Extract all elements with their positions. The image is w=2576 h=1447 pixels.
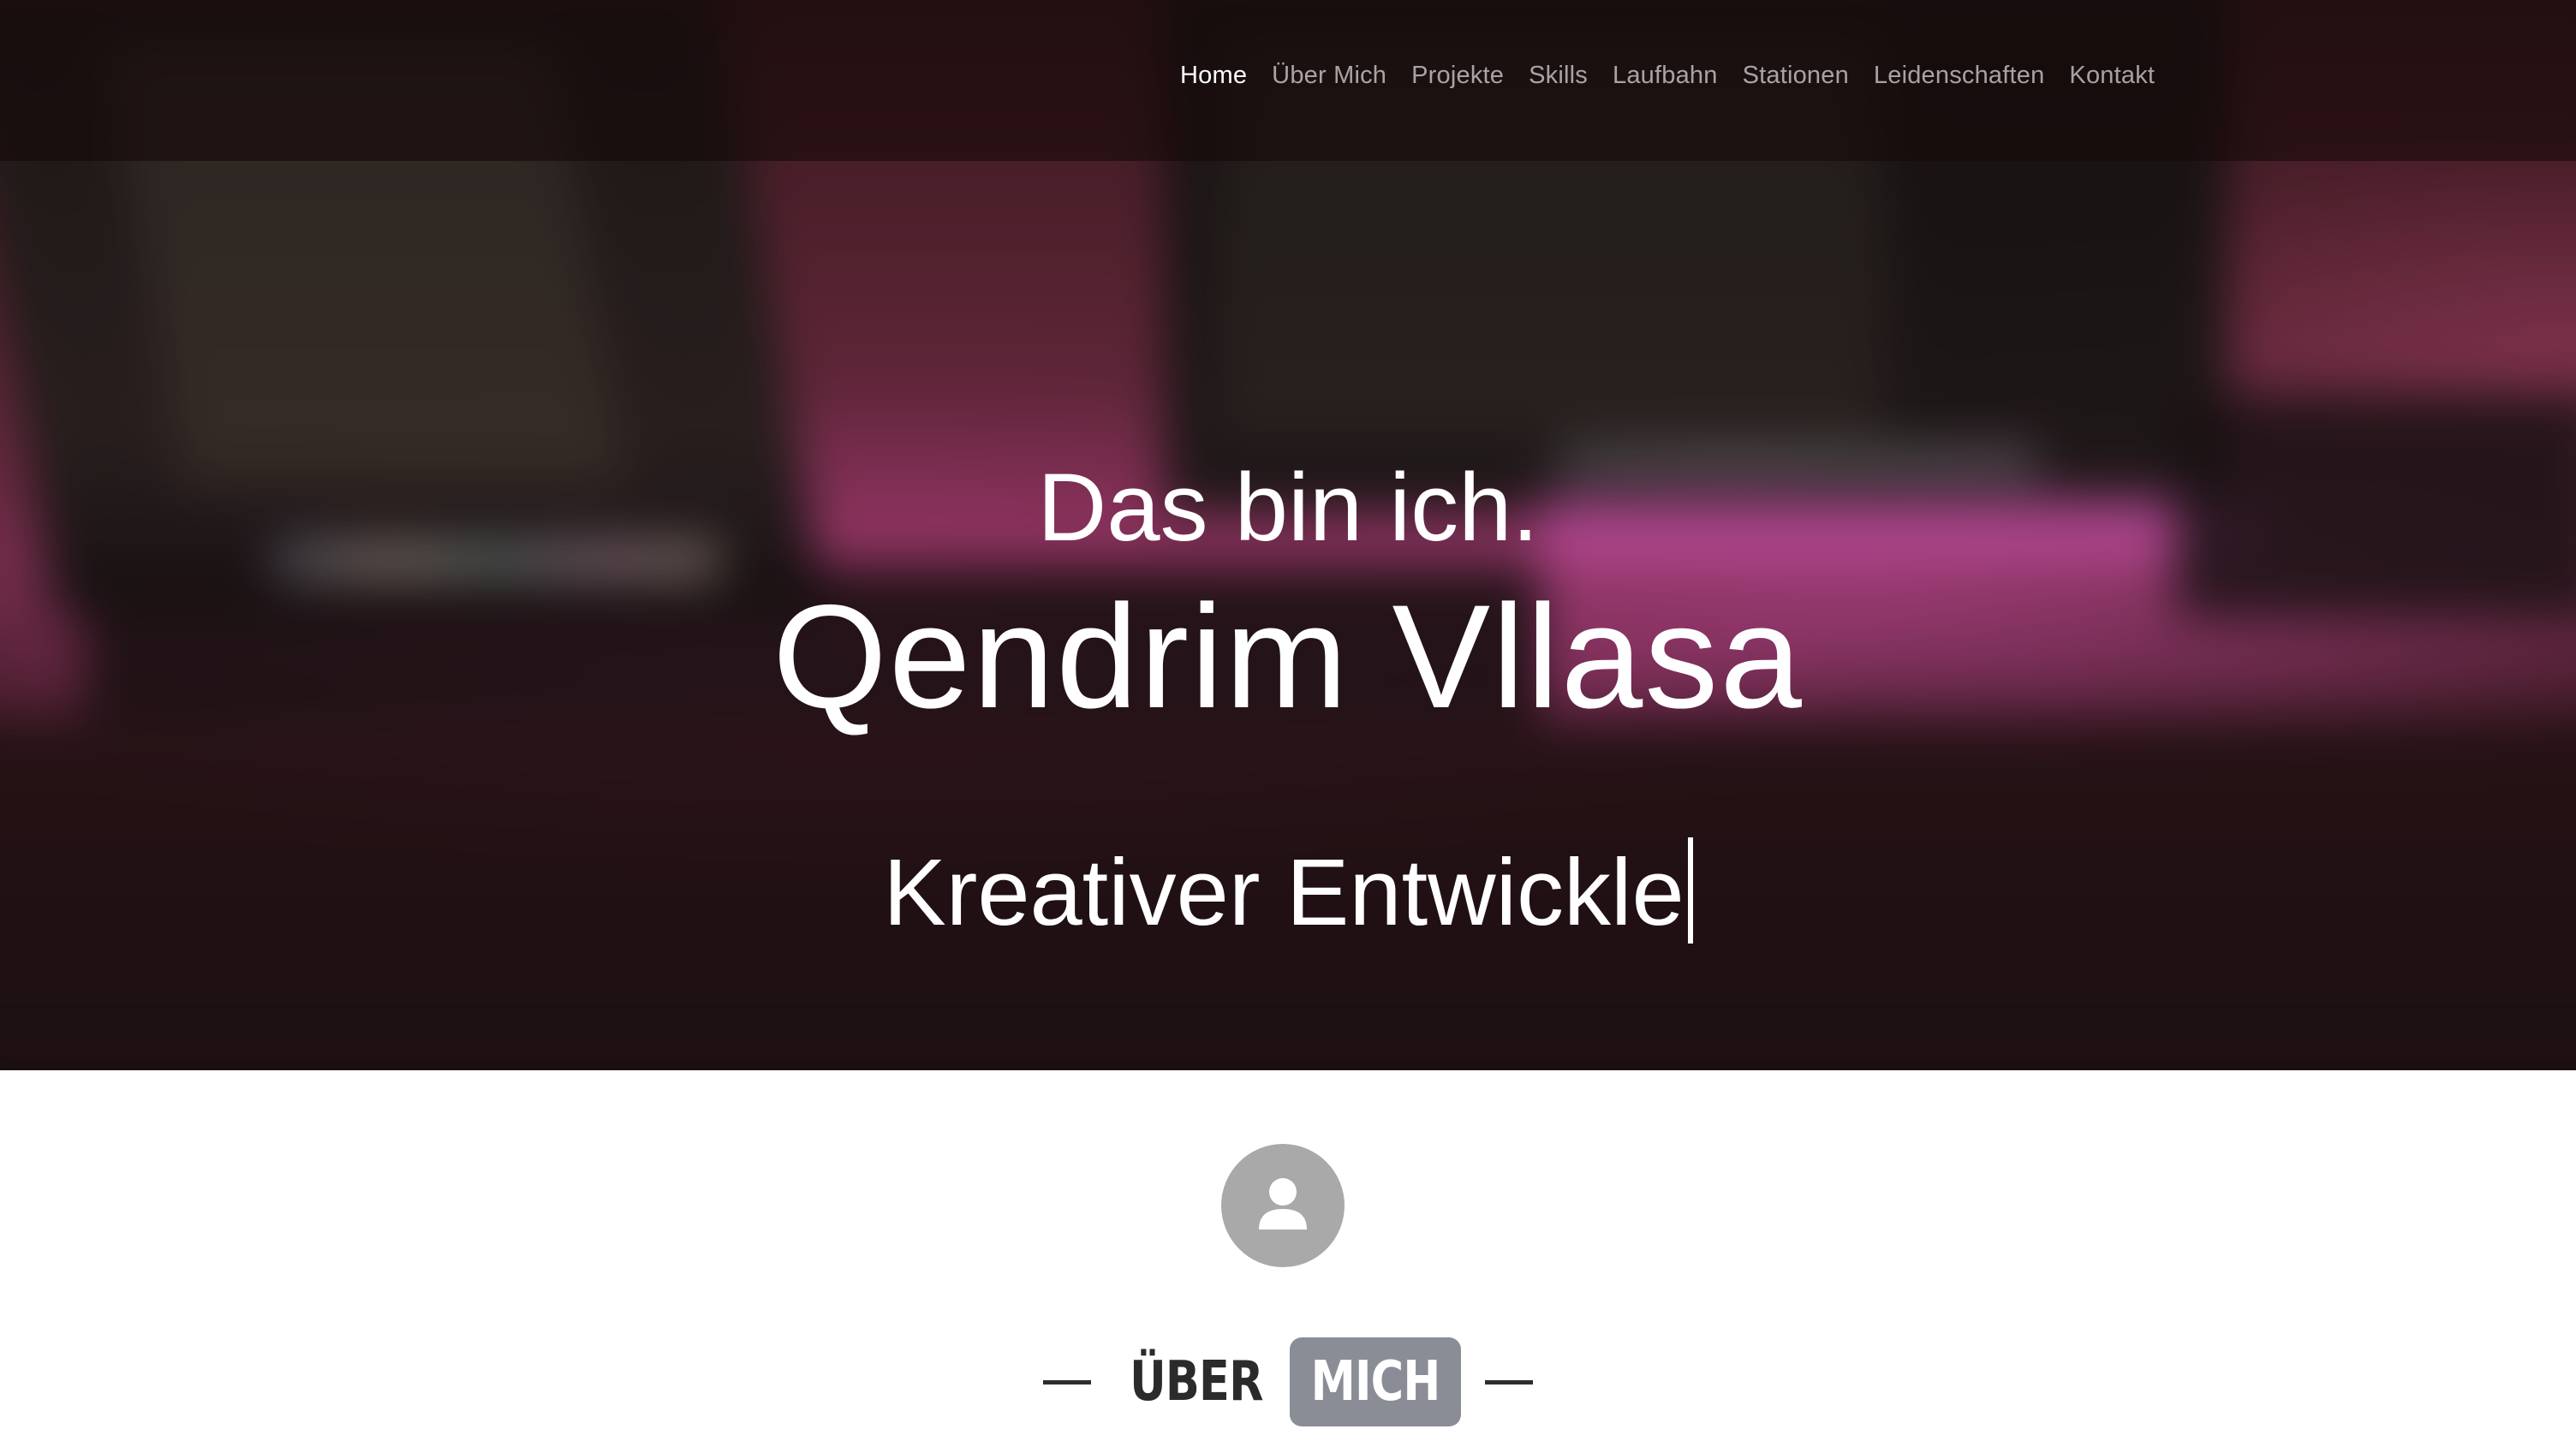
hero-intro: Das bin ich.	[1037, 454, 1539, 561]
user-icon	[1259, 1178, 1307, 1230]
heading-word: ÜBER	[1130, 1350, 1263, 1414]
avatar	[1221, 1144, 1345, 1267]
nav-item-skills[interactable]: Skills	[1529, 57, 1588, 94]
hero-name: Qendrim Vllasa	[772, 575, 1804, 739]
section-heading-about: ÜBER MICH	[0, 1337, 2576, 1426]
hero-typed-text-container: Kreativer Entwickle	[0, 837, 2576, 949]
hero-typed-text: Kreativer Entwickle	[883, 840, 1685, 945]
nav-item-ueber-mich[interactable]: Über Mich	[1272, 57, 1386, 94]
nav-item-home[interactable]: Home	[1180, 57, 1247, 94]
nav-item-laufbahn[interactable]: Laufbahn	[1613, 57, 1718, 94]
about-section: ÜBER MICH	[0, 1070, 2576, 1447]
top-navbar: Home Über Mich Projekte Skills Laufbahn …	[0, 0, 2576, 161]
heading-highlight-badge: MICH	[1289, 1337, 1461, 1426]
nav-item-stationen[interactable]: Stationen	[1743, 57, 1849, 94]
heading-dash-left	[1043, 1379, 1092, 1384]
typing-cursor	[1687, 837, 1693, 944]
nav-item-leidenschaften[interactable]: Leidenschaften	[1874, 57, 2045, 94]
heading-dash-right	[1484, 1379, 1533, 1384]
nav-item-projekte[interactable]: Projekte	[1411, 57, 1504, 94]
heading-highlight-text: MICH	[1310, 1350, 1440, 1414]
nav-item-kontakt[interactable]: Kontakt	[2069, 57, 2155, 94]
nav-menu: Home Über Mich Projekte Skills Laufbahn …	[1180, 57, 2155, 94]
